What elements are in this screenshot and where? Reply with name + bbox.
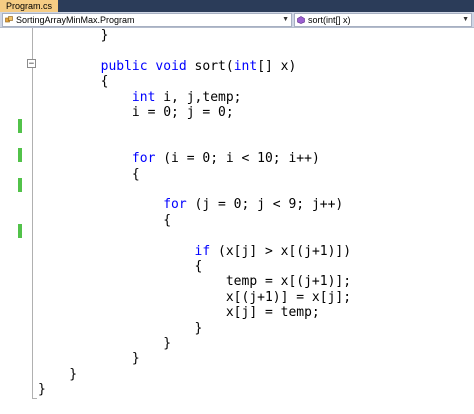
keyword-token: int — [233, 58, 258, 74]
code-line[interactable]: public void sort(int[] x) — [38, 58, 297, 74]
member-dropdown-label: sort(int[] x) — [308, 15, 351, 25]
outline-guide — [32, 28, 33, 398]
code-line[interactable]: temp = x[(j+1)]; — [38, 274, 351, 289]
editor-gutter: − — [0, 28, 37, 414]
code-line[interactable]: { — [38, 74, 109, 89]
collapse-icon[interactable]: − — [27, 59, 36, 69]
code-line[interactable]: if (x[j] > x[(j+1)]) — [38, 243, 352, 259]
class-icon — [5, 16, 13, 23]
change-marker — [18, 148, 22, 162]
class-dropdown-label: SortingArrayMinMax.Program — [16, 15, 135, 25]
code-line[interactable]: for (j = 0; j < 9; j++) — [38, 197, 343, 212]
change-marker — [18, 224, 22, 238]
method-icon — [297, 16, 305, 24]
keyword-token: int — [131, 89, 156, 105]
navigation-bar: SortingArrayMinMax.Program ▼ sort(int[] … — [0, 12, 474, 28]
code-line[interactable]: x[j] = temp; — [38, 305, 320, 320]
code-line[interactable]: { — [38, 213, 171, 228]
code-line[interactable]: } — [38, 321, 203, 336]
tab-program-cs[interactable]: Program.cs — [0, 0, 59, 12]
code-line[interactable]: { — [38, 167, 140, 182]
code-line[interactable]: } — [38, 336, 171, 351]
code-line[interactable]: } — [38, 382, 46, 397]
code-line[interactable]: } — [38, 28, 109, 43]
chevron-down-icon: ▼ — [282, 16, 289, 23]
code-line[interactable]: int i, j,temp; — [38, 90, 242, 105]
chevron-down-icon: ▼ — [462, 16, 469, 23]
code-line[interactable]: for (i = 0; i < 10; i++) — [38, 151, 320, 166]
code-line[interactable]: x[(j+1)] = x[j]; — [38, 290, 351, 305]
change-marker — [18, 119, 22, 133]
code-line[interactable]: i = 0; j = 0; — [38, 105, 234, 120]
code-editor[interactable]: − } public void sort(int[] x) { int i, j… — [0, 28, 474, 414]
tab-label: Program.cs — [6, 1, 53, 11]
keyword-token: for — [131, 151, 156, 167]
code-line[interactable]: } — [38, 367, 77, 382]
document-tab-strip: Program.cs — [0, 0, 474, 12]
keyword-token: for — [163, 197, 187, 213]
change-marker — [18, 178, 22, 192]
keyword-token: public — [100, 58, 148, 74]
code-line[interactable]: } — [38, 351, 140, 366]
class-dropdown[interactable]: SortingArrayMinMax.Program ▼ — [2, 13, 292, 27]
code-line[interactable]: { — [38, 259, 203, 274]
member-dropdown[interactable]: sort(int[] x) ▼ — [294, 13, 472, 27]
keyword-token: if — [194, 243, 211, 259]
outline-end-mark — [32, 398, 37, 399]
keyword-token: void — [155, 58, 187, 74]
